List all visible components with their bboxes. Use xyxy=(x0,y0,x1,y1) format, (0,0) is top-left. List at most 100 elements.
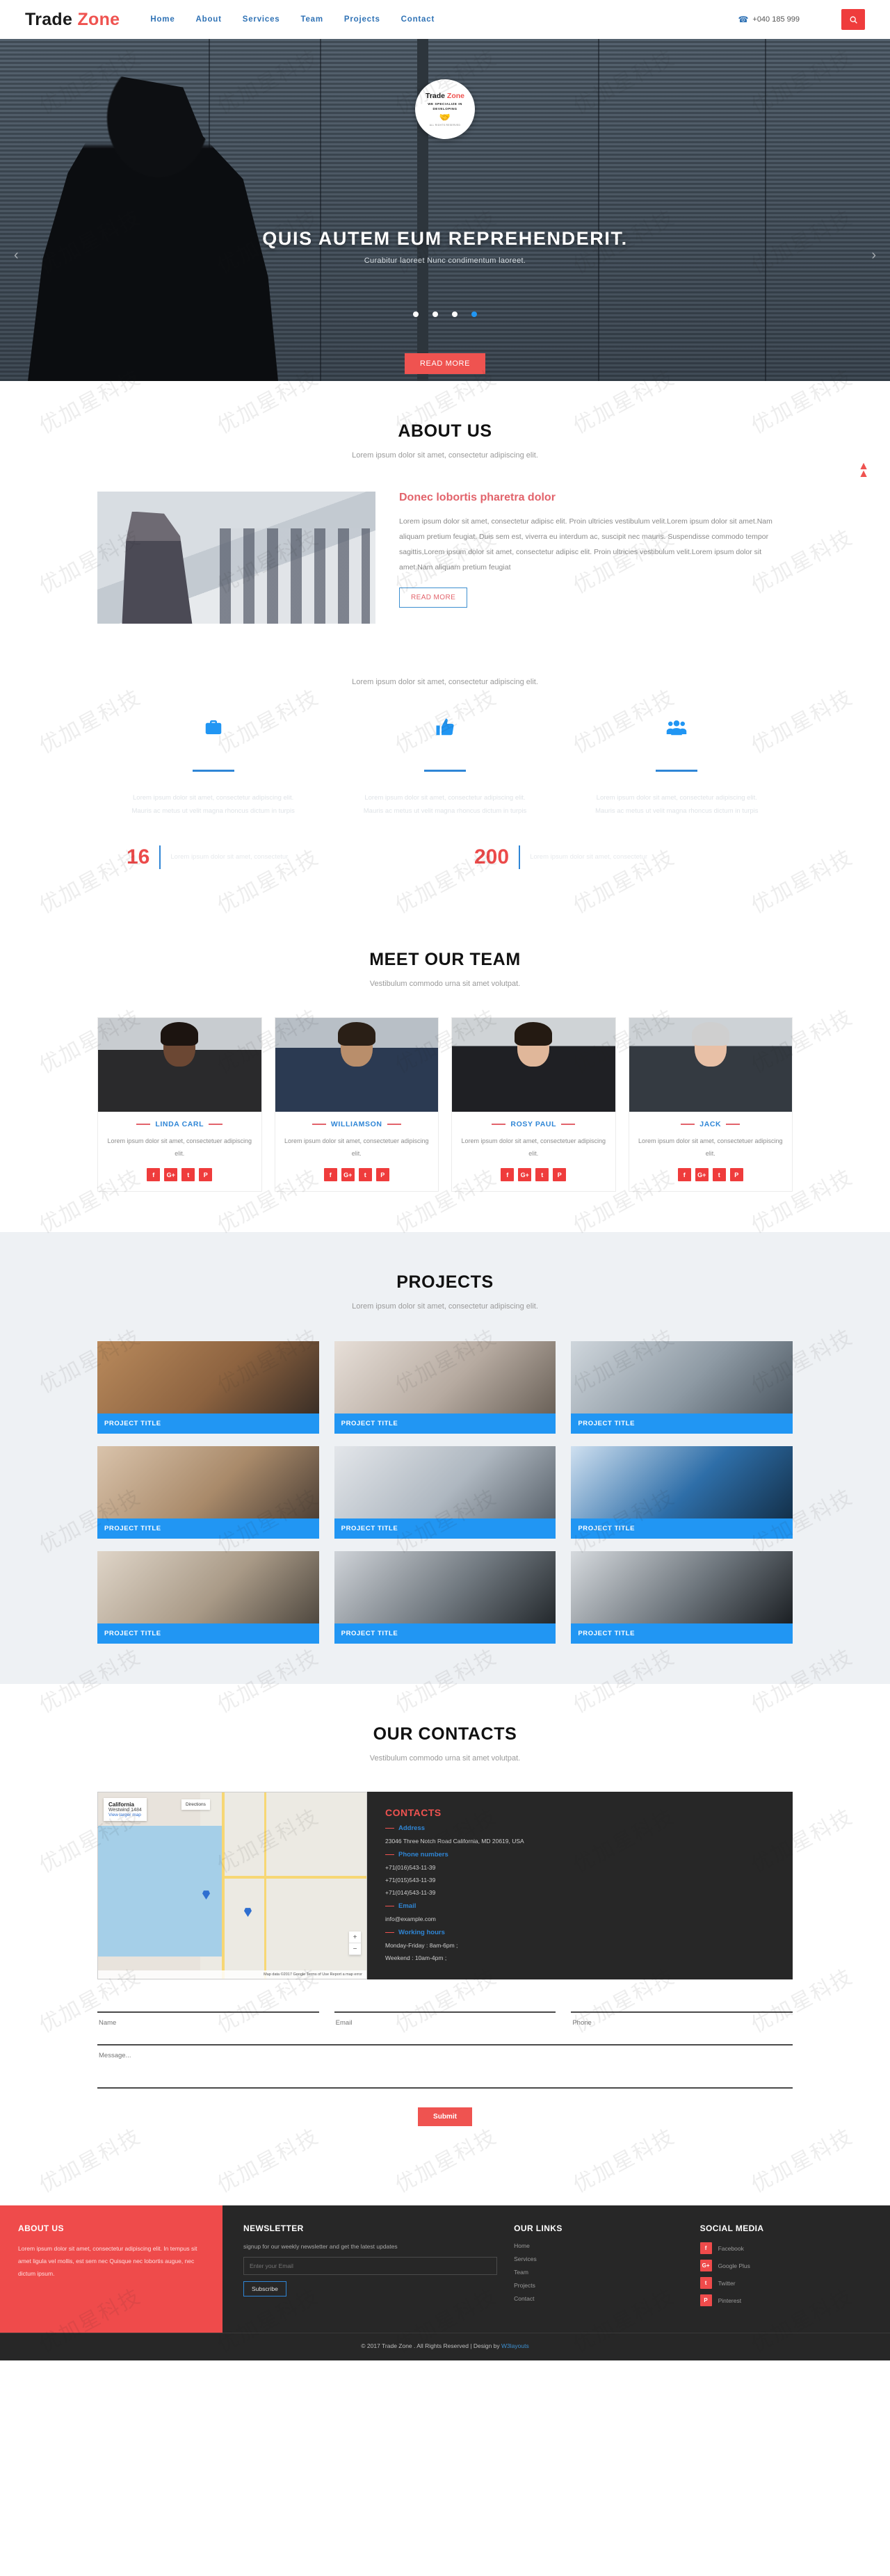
email-input[interactable] xyxy=(334,2011,556,2033)
google-plus-icon[interactable]: G+ xyxy=(341,1168,355,1181)
project-card[interactable]: PROJECT TITLE xyxy=(571,1446,793,1539)
service-divider xyxy=(423,770,466,772)
map-zoom-in-button[interactable]: + xyxy=(349,1931,361,1943)
project-title: PROJECT TITLE xyxy=(571,1623,793,1644)
project-card[interactable]: PROJECT TITLE xyxy=(97,1446,319,1539)
site-logo[interactable]: Trade Zone xyxy=(25,10,120,30)
team-member-card[interactable]: ROSY PAUL Lorem ipsum dolor sit amet, co… xyxy=(451,1017,616,1192)
twitter-icon[interactable]: t xyxy=(181,1168,195,1181)
nav-item-team[interactable]: Team xyxy=(300,15,323,24)
about-read-more-button[interactable]: READ MORE xyxy=(399,588,468,608)
contacts-info-panel: CONTACTS Address 23046 Three Notch Road … xyxy=(367,1792,793,1979)
footer-social-google-plus[interactable]: G+ Google Plus xyxy=(699,2260,869,2271)
phone-label: Phone numbers xyxy=(398,1851,448,1858)
project-card[interactable]: PROJECT TITLE xyxy=(97,1551,319,1644)
google-plus-icon[interactable]: G+ xyxy=(518,1168,532,1181)
hero-read-more-button[interactable]: READ MORE xyxy=(404,353,486,374)
project-image xyxy=(334,1551,556,1623)
pinterest-icon[interactable]: P xyxy=(375,1168,389,1181)
team-member-socials: f G+ t P xyxy=(636,1168,786,1181)
project-card[interactable]: PROJECT TITLE xyxy=(571,1551,793,1644)
team-member-card[interactable]: WILLIAMSON Lorem ipsum dolor sit amet, c… xyxy=(274,1017,439,1192)
project-image xyxy=(571,1446,793,1518)
service-card-2[interactable]: Lorem ipsum dolor sit amet, consectetur … xyxy=(329,717,560,818)
header-phone[interactable]: ☎ +040 185 999 xyxy=(738,15,800,24)
project-card[interactable]: PROJECT TITLE xyxy=(334,1341,556,1434)
counter-divider xyxy=(519,845,521,869)
nav-item-home[interactable]: Home xyxy=(150,15,175,24)
nav-item-services[interactable]: Services xyxy=(243,15,280,24)
pinterest-icon[interactable]: P xyxy=(199,1168,213,1181)
footer-social-facebook[interactable]: f Facebook xyxy=(699,2242,869,2254)
phone-input[interactable] xyxy=(571,2011,793,2033)
map-directions-button[interactable]: Directions xyxy=(181,1799,210,1810)
badge-footer-text: ALL RIGHTS RESERVED xyxy=(429,124,461,127)
nav-item-contact[interactable]: Contact xyxy=(401,15,435,24)
team-subtitle: Vestibulum commodo urna sit amet volutpa… xyxy=(369,980,521,988)
project-card[interactable]: PROJECT TITLE xyxy=(97,1341,319,1434)
footer-link-services[interactable]: Services xyxy=(514,2255,683,2262)
twitter-icon[interactable]: t xyxy=(358,1168,372,1181)
twitter-icon[interactable]: t xyxy=(712,1168,726,1181)
message-textarea[interactable] xyxy=(97,2044,793,2089)
project-card[interactable]: PROJECT TITLE xyxy=(571,1341,793,1434)
facebook-icon[interactable]: f xyxy=(147,1168,161,1181)
search-button[interactable] xyxy=(841,9,865,30)
footer-link-projects[interactable]: Projects xyxy=(514,2282,683,2289)
copyright-brand-link[interactable]: W3layouts xyxy=(501,2342,529,2349)
hours-value-1: Monday-Friday : 8am-6pm ; xyxy=(385,1942,458,1949)
google-plus-icon[interactable]: G+ xyxy=(695,1168,709,1181)
page-root: Trade Zone Home About Services Team Proj… xyxy=(0,0,890,2360)
team-member-socials: f G+ t P xyxy=(459,1168,608,1181)
submit-button[interactable]: Submit xyxy=(418,2107,472,2126)
project-card[interactable]: PROJECT TITLE xyxy=(334,1446,556,1539)
email-value[interactable]: info@example.com xyxy=(385,1915,775,1922)
contacts-map[interactable]: California Westwind 1484 View larger map… xyxy=(97,1792,367,1979)
project-card[interactable]: PROJECT TITLE xyxy=(334,1551,556,1644)
scroll-to-top-button[interactable]: ▲ ▲ xyxy=(858,460,869,479)
carousel-dot-3[interactable] xyxy=(452,311,458,317)
google-plus-icon: G+ xyxy=(699,2260,712,2271)
facebook-icon[interactable]: f xyxy=(677,1168,691,1181)
team-member-card[interactable]: LINDA CARL Lorem ipsum dolor sit amet, c… xyxy=(97,1017,262,1192)
contacts-title: OUR CONTACTS xyxy=(373,1724,517,1744)
footer-social-twitter[interactable]: t Twitter xyxy=(699,2277,869,2289)
projects-grid: PROJECT TITLE PROJECT TITLE PROJECT TITL… xyxy=(97,1341,793,1644)
facebook-icon[interactable]: f xyxy=(501,1168,515,1181)
handshake-icon: 🤝 xyxy=(439,112,451,123)
email-field-wrap xyxy=(334,2011,556,2033)
footer-social-pinterest[interactable]: P Pinterest xyxy=(699,2294,869,2306)
service-card-3[interactable]: Lorem ipsum dolor sit amet, consectetur … xyxy=(561,717,793,818)
address-label: Address xyxy=(398,1824,426,1832)
carousel-dot-4[interactable] xyxy=(471,311,477,317)
google-plus-icon[interactable]: G+ xyxy=(164,1168,178,1181)
team-member-name: LINDA CARL xyxy=(155,1120,204,1128)
carousel-dot-2[interactable] xyxy=(432,311,438,317)
counter-label-1: Lorem ipsum dolor sit amet, consectetur xyxy=(170,852,289,861)
site-footer: ABOUT US Lorem ipsum dolor sit amet, con… xyxy=(0,2205,890,2333)
footer-link-contact[interactable]: Contact xyxy=(514,2295,683,2302)
team-member-card[interactable]: JACK Lorem ipsum dolor sit amet, consect… xyxy=(628,1017,793,1192)
nav-item-projects[interactable]: Projects xyxy=(344,15,380,24)
name-input[interactable] xyxy=(97,2011,319,2033)
footer-link-home[interactable]: Home xyxy=(514,2242,683,2249)
name-dash-left xyxy=(492,1124,506,1125)
pinterest-icon[interactable]: P xyxy=(729,1168,743,1181)
footer-social-title: SOCIAL MEDIA xyxy=(699,2223,764,2233)
project-title: PROJECT TITLE xyxy=(334,1623,556,1644)
heading-dash xyxy=(385,1931,394,1934)
hours-value-2: Weekend : 10am-4pm ; xyxy=(385,1954,447,1961)
nav-item-about[interactable]: About xyxy=(196,15,222,24)
footer-link-team[interactable]: Team xyxy=(514,2269,683,2276)
heading-dash xyxy=(385,1905,394,1907)
twitter-icon[interactable]: t xyxy=(535,1168,549,1181)
carousel-dot-1[interactable] xyxy=(413,311,419,317)
about-image xyxy=(97,492,375,624)
map-zoom-out-button[interactable]: − xyxy=(349,1943,361,1955)
newsletter-email-input[interactable] xyxy=(243,2257,498,2275)
facebook-icon[interactable]: f xyxy=(323,1168,337,1181)
newsletter-subscribe-button[interactable]: Subscribe xyxy=(243,2281,286,2296)
pinterest-icon[interactable]: P xyxy=(553,1168,567,1181)
map-view-larger-link[interactable]: View larger map xyxy=(108,1813,141,1817)
service-card-1[interactable]: Lorem ipsum dolor sit amet, consectetur … xyxy=(97,717,329,818)
